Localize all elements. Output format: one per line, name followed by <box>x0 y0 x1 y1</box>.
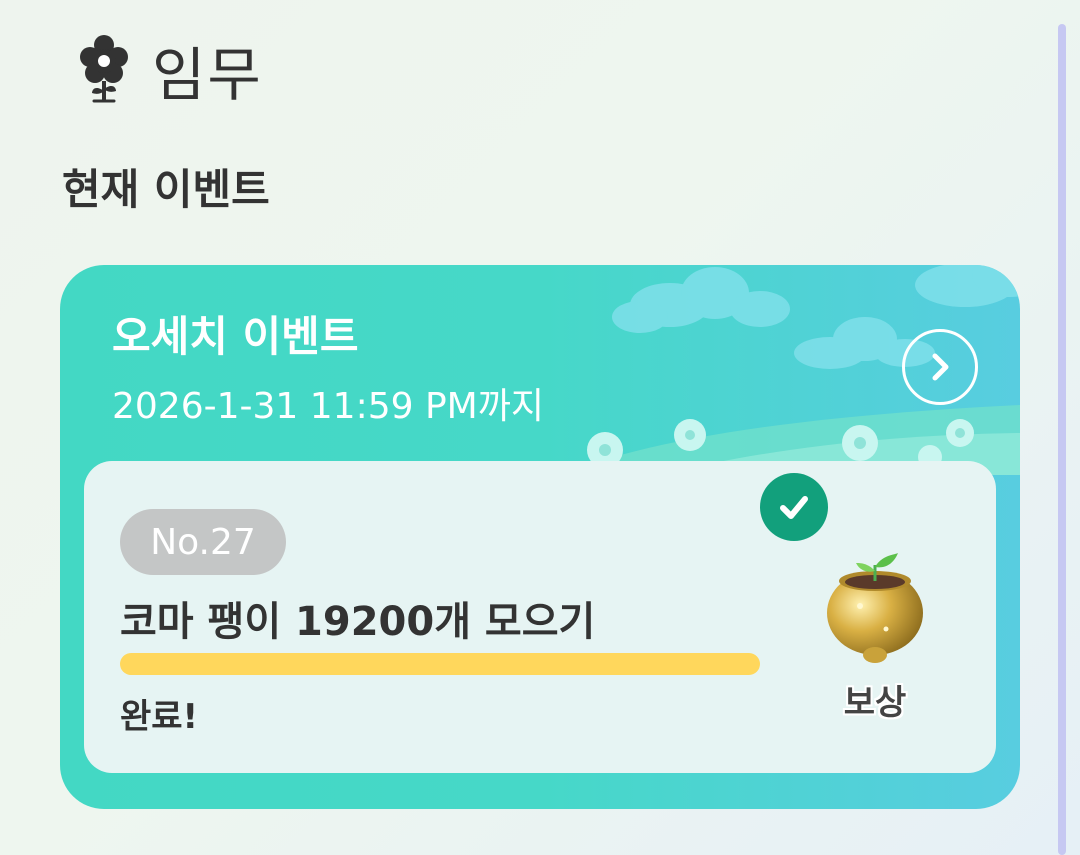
mission-progress-fill <box>120 653 760 675</box>
event-card[interactable]: 오세치 이벤트 2026-1-31 11:59 PM까지 No.27 코마 팽이… <box>60 265 1020 809</box>
reward-label: 보상 <box>843 683 907 723</box>
page-header: 임무 <box>78 30 263 110</box>
completed-badge <box>760 473 828 541</box>
page-title: 임무 <box>152 41 263 109</box>
section-title: 현재 이벤트 <box>62 165 270 214</box>
mission-progress-bar <box>120 653 760 675</box>
flower-icon <box>80 35 128 103</box>
golden-pot-sprout-icon[interactable] <box>820 551 930 671</box>
event-banner-illustration <box>560 265 1020 475</box>
mission-card[interactable]: No.27 코마 팽이 19200개 모으기 완료! 보상 <box>84 461 996 773</box>
mission-title: 코마 팽이 19200개 모으기 <box>120 599 596 645</box>
event-deadline: 2026-1-31 11:59 PM까지 <box>112 386 544 427</box>
chevron-right-icon <box>932 353 949 381</box>
check-icon <box>780 496 808 519</box>
mission-status: 완료! <box>120 697 199 737</box>
event-title: 오세치 이벤트 <box>112 312 359 361</box>
scrollbar[interactable] <box>1058 24 1066 855</box>
event-open-button[interactable] <box>902 329 978 405</box>
mission-number-badge: No.27 <box>120 509 286 575</box>
